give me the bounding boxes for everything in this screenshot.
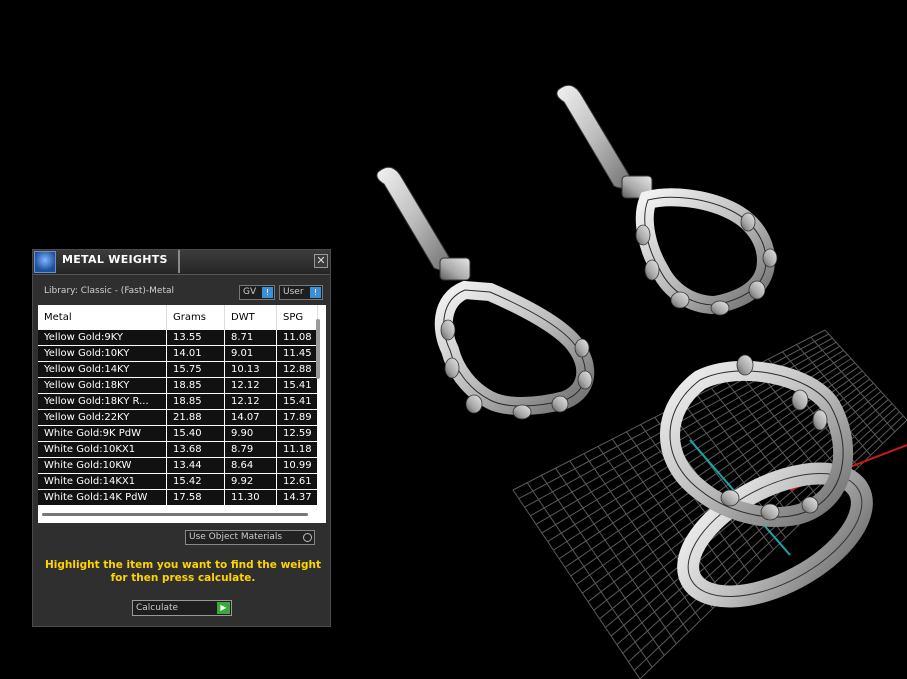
cell-dwt: 8.64 xyxy=(224,457,277,474)
cell-dwt: 12.12 xyxy=(224,377,277,394)
cell-dwt: 11.30 xyxy=(224,489,277,506)
cell-dwt: 9.90 xyxy=(224,425,277,442)
play-icon: ▶ xyxy=(217,602,230,614)
table-row[interactable]: White Gold:9K PdW 15.40 9.90 12.59 xyxy=(38,425,318,442)
use-object-materials-option[interactable]: Use Object Materials xyxy=(185,530,315,545)
calculate-label: Calculate xyxy=(136,603,179,613)
table-row[interactable]: Yellow Gold:18KY R... 18.85 12.12 15.41 xyxy=(38,393,318,410)
earring-model-right[interactable] xyxy=(556,84,778,316)
info-icon: ! xyxy=(262,287,273,298)
cell-spg: 11.18 xyxy=(276,441,318,458)
table-header-row: Metal Grams DWT SPG xyxy=(38,305,318,330)
cell-dwt: 14.07 xyxy=(224,409,277,426)
cell-grams: 17.58 xyxy=(166,489,225,506)
cell-dwt: 10.13 xyxy=(224,361,277,378)
cell-dwt: 9.01 xyxy=(224,345,277,362)
cell-grams: 21.88 xyxy=(166,409,225,426)
cell-metal: Yellow Gold:22KY xyxy=(38,409,167,426)
library-label: Library: Classic - (Fast)-Metal xyxy=(44,286,175,296)
cell-grams: 14.01 xyxy=(166,345,225,362)
metal-table-container[interactable]: Metal Grams DWT SPG Yellow Gold:9KY 13.55… xyxy=(38,305,326,523)
cell-spg: 11.45 xyxy=(276,345,318,362)
earring-model-left[interactable] xyxy=(376,166,595,420)
cell-metal: White Gold:10KW xyxy=(38,457,167,474)
app-logo-icon xyxy=(34,251,56,273)
cell-dwt: 9.92 xyxy=(224,473,277,490)
cell-dwt: 12.12 xyxy=(224,393,277,410)
gv-toggle[interactable]: GV ! xyxy=(239,285,275,300)
cell-grams: 18.85 xyxy=(166,377,225,394)
cell-spg: 14.37 xyxy=(276,489,318,506)
gv-toggle-label: GV xyxy=(243,287,257,297)
cell-metal: Yellow Gold:18KY R... xyxy=(38,393,167,410)
cell-grams: 13.68 xyxy=(166,441,225,458)
table-row[interactable]: Yellow Gold:18KY 18.85 12.12 15.41 xyxy=(38,377,318,394)
cell-metal: Yellow Gold:14KY xyxy=(38,361,167,378)
cell-metal: Yellow Gold:9KY xyxy=(38,330,167,346)
close-icon[interactable]: ✕ xyxy=(314,254,328,268)
table-row[interactable]: White Gold:10KW 13.44 8.64 10.99 xyxy=(38,457,318,474)
cell-dwt: 8.79 xyxy=(224,441,277,458)
cell-grams: 13.55 xyxy=(166,330,225,346)
use-object-materials-label: Use Object Materials xyxy=(189,532,283,542)
cell-grams: 15.75 xyxy=(166,361,225,378)
metal-weights-table: Metal Grams DWT SPG Yellow Gold:9KY 13.55… xyxy=(38,305,318,506)
table-row[interactable]: Yellow Gold:22KY 21.88 14.07 17.89 xyxy=(38,409,318,426)
horizontal-scrollbar[interactable] xyxy=(42,513,308,516)
table-row[interactable]: White Gold:14KX1 15.42 9.92 12.61 xyxy=(38,473,318,490)
cell-spg: 12.59 xyxy=(276,425,318,442)
ring-model[interactable] xyxy=(660,354,882,622)
column-header-grams[interactable]: Grams xyxy=(166,305,225,330)
table-row[interactable]: White Gold:10KX1 13.68 8.79 11.18 xyxy=(38,441,318,458)
table-row[interactable]: Yellow Gold:10KY 14.01 9.01 11.45 xyxy=(38,345,318,362)
instructions-text: Highlight the item you want to find the … xyxy=(45,559,321,584)
table-row[interactable]: White Gold:14K PdW 17.58 11.30 14.37 xyxy=(38,489,318,506)
cell-grams: 15.42 xyxy=(166,473,225,490)
user-toggle-label: User xyxy=(283,287,304,297)
panel-title: METAL WEIGHTS xyxy=(62,253,168,266)
table-row[interactable]: Yellow Gold:9KY 13.55 8.71 11.08 xyxy=(38,330,318,346)
cell-spg: 11.08 xyxy=(276,330,318,346)
panel-titlebar[interactable]: METAL WEIGHTS ✕ xyxy=(33,250,330,275)
column-header-dwt[interactable]: DWT xyxy=(224,305,277,330)
cell-grams: 13.44 xyxy=(166,457,225,474)
cell-metal: Yellow Gold:18KY xyxy=(38,377,167,394)
calculate-button[interactable]: Calculate ▶ xyxy=(132,600,232,616)
cell-metal: White Gold:9K PdW xyxy=(38,425,167,442)
metal-weights-panel: METAL WEIGHTS ✕ Library: Classic - (Fast… xyxy=(32,249,331,627)
radio-icon xyxy=(303,533,312,542)
cell-dwt: 8.71 xyxy=(224,330,277,346)
cell-metal: White Gold:14KX1 xyxy=(38,473,167,490)
user-toggle[interactable]: User ! xyxy=(279,285,323,300)
cell-spg: 15.41 xyxy=(276,377,318,394)
cell-spg: 17.89 xyxy=(276,409,318,426)
vertical-scrollbar[interactable] xyxy=(316,319,320,379)
column-header-spg[interactable]: SPG xyxy=(276,305,318,330)
cell-spg: 10.99 xyxy=(276,457,318,474)
cell-metal: White Gold:10KX1 xyxy=(38,441,167,458)
info-icon: ! xyxy=(310,287,321,298)
column-header-metal[interactable]: Metal xyxy=(38,305,167,330)
cell-grams: 15.40 xyxy=(166,425,225,442)
cell-metal: Yellow Gold:10KY xyxy=(38,345,167,362)
table-row[interactable]: Yellow Gold:14KY 15.75 10.13 12.88 xyxy=(38,361,318,378)
cell-spg: 12.88 xyxy=(276,361,318,378)
cell-spg: 15.41 xyxy=(276,393,318,410)
cell-metal: White Gold:14K PdW xyxy=(38,489,167,506)
cell-grams: 18.85 xyxy=(166,393,225,410)
cell-spg: 12.61 xyxy=(276,473,318,490)
